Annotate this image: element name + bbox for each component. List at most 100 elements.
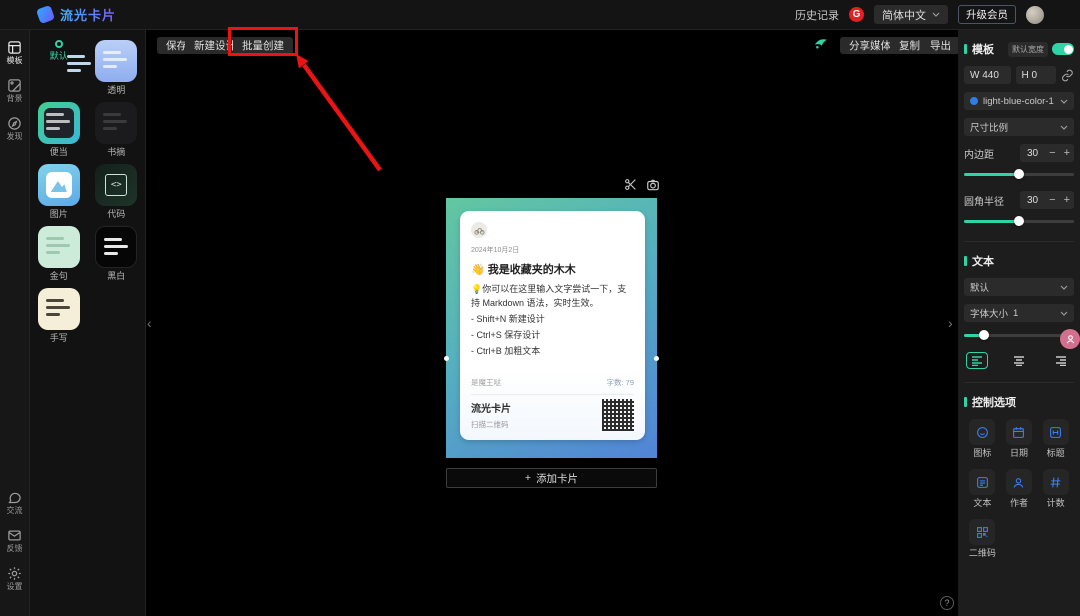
text-section-header: 文本 [964,253,1074,269]
align-center-button[interactable] [1008,352,1030,369]
heading-icon [1049,426,1062,439]
resize-handle-left[interactable] [444,356,449,361]
template-item-code[interactable]: 代码 [95,164,137,219]
resize-handle-right[interactable] [654,356,659,361]
text-lines-icon [976,476,989,489]
add-card-button[interactable]: + 添加卡片 [446,468,657,488]
card-artboard[interactable]: 2024年10月2日 👋 我是收藏夹的木木 💡你可以在这里输入文字尝试一下，支持… [446,198,657,458]
selected-ring [55,40,63,48]
floating-widget-button[interactable] [1060,329,1080,349]
padding-plus-button[interactable]: + [1060,148,1074,159]
control-count-toggle[interactable]: 计数 [1039,469,1072,508]
template-item-bento[interactable]: 便当 [38,102,80,157]
scissors-icon[interactable] [624,178,637,191]
default-width-label: 默认宽度 [1008,42,1048,57]
template-item-handwriting[interactable]: 手写 [38,288,80,343]
radius-minus-button[interactable]: − [1045,195,1059,206]
rail-item-feedback[interactable]: 反馈 [7,528,23,553]
smiley-icon [976,426,989,439]
controls-section-header: 控制选项 [964,394,1074,410]
calendar-icon [1012,426,1025,439]
padding-label: 内边距 [964,146,994,161]
collapse-left-chevron[interactable]: ‹ [147,316,152,330]
card-title[interactable]: 👋 我是收藏夹的木木 [471,261,634,277]
upgrade-member-button[interactable]: 升级会员 [958,5,1016,24]
radius-value[interactable]: 30 [1020,195,1045,206]
template-item-black-white[interactable]: 黑白 [95,226,137,281]
rail-item-background[interactable]: 背景 [7,78,23,103]
padding-slider[interactable] [964,169,1074,179]
card-body[interactable]: 💡你可以在这里输入文字尝试一下，支持 Markdown 语法，实时生效。 - S… [471,282,634,358]
padding-minus-button[interactable]: − [1045,148,1059,159]
text-section-title: 文本 [964,253,994,269]
font-size-slider[interactable] [964,330,1074,340]
share-media-icon[interactable] [813,36,828,51]
card-avatar[interactable] [471,222,487,238]
card-footer: 是魔王哒 字数: 79 [471,377,634,388]
rail-item-chat[interactable]: 交流 [7,490,23,515]
aspect-ratio-select[interactable]: 尺寸比例 [964,118,1074,136]
height-input[interactable]: H 0 [1016,66,1057,84]
control-qrcode-toggle[interactable]: 二维码 [966,519,999,558]
language-label: 简体中文 [882,7,926,23]
slider-knob[interactable] [1014,169,1024,179]
rail-item-settings[interactable]: 设置 [7,566,23,591]
card-date[interactable]: 2024年10月2日 [471,245,634,255]
radius-plus-button[interactable]: + [1060,195,1074,206]
template-section: 模板 默认宽度 W 440 H 0 light-blue-color-1 尺寸比… [964,30,1074,242]
link-dimensions-icon[interactable] [1061,69,1074,82]
color-theme-select[interactable]: light-blue-color-1 [964,92,1074,110]
template-item-quote[interactable]: 金句 [38,226,80,281]
slider-knob[interactable] [1014,216,1024,226]
text-style-select[interactable]: 默认 [964,278,1074,296]
slider-knob[interactable] [979,330,989,340]
discover-icon [7,116,22,131]
thumb-art [38,164,80,206]
template-item-image[interactable]: 图片 [38,164,80,219]
control-author-toggle[interactable]: 作者 [1003,469,1036,508]
rail-item-discover[interactable]: 发现 [7,116,23,141]
collapse-right-chevron[interactable]: › [948,316,953,330]
thumb-art [95,226,137,268]
gitee-icon[interactable]: G [849,7,864,22]
card-author[interactable]: 是魔王哒 [471,377,501,388]
color-theme-value: light-blue-color-1 [983,96,1055,107]
language-select[interactable]: 简体中文 [874,5,948,24]
align-row [964,352,1074,369]
align-right-button[interactable] [1050,352,1072,369]
card-body-line: - Ctrl+S 保存设计 [471,328,634,342]
text-section: 文本 默认 字体大小 1 [964,242,1074,383]
template-item-book-excerpt[interactable]: 书摘 [95,102,137,157]
qrcode-icon [976,526,989,539]
align-left-button[interactable] [966,352,988,369]
rail-item-template[interactable]: 模板 [7,40,23,65]
aspect-ratio-value: 尺寸比例 [970,120,1055,134]
width-input[interactable]: W 440 [964,66,1011,84]
user-avatar[interactable] [1026,6,1044,24]
control-title-toggle[interactable]: 标题 [1039,419,1072,458]
control-icon-toggle[interactable]: 图标 [966,419,999,458]
card-body-intro: 💡你可以在这里输入文字尝试一下，支持 Markdown 语法，实时生效。 [471,282,634,310]
font-size-select[interactable]: 字体大小 1 [964,304,1074,322]
radius-slider[interactable] [964,216,1074,226]
card-body-line: - Ctrl+B 加粗文本 [471,344,634,358]
text-style-value: 默认 [970,280,1055,294]
control-text-toggle[interactable]: 文本 [966,469,999,508]
default-width-toggle[interactable] [1052,43,1074,55]
template-item-default[interactable]: 默认 [50,40,68,95]
snapshot-icon[interactable] [646,178,660,192]
card-content[interactable]: 2024年10月2日 👋 我是收藏夹的木木 💡你可以在这里输入文字尝试一下，支持… [460,211,645,440]
history-link[interactable]: 历史记录 [795,7,839,23]
color-dot [970,97,978,105]
template-item-transparent[interactable]: 透明 [95,40,137,95]
export-button[interactable]: 导出 [921,37,960,54]
gear-icon [7,566,22,581]
thumb-art [95,40,137,82]
card-divider [471,394,634,395]
settings-panel: 模板 默认宽度 W 440 H 0 light-blue-color-1 尺寸比… [958,30,1080,616]
batch-create-button[interactable]: 批量创建 [233,37,293,54]
control-date-toggle[interactable]: 日期 [1003,419,1036,458]
chevron-down-icon [1060,285,1068,290]
help-button[interactable]: ? [940,596,954,610]
padding-value[interactable]: 30 [1020,148,1045,159]
